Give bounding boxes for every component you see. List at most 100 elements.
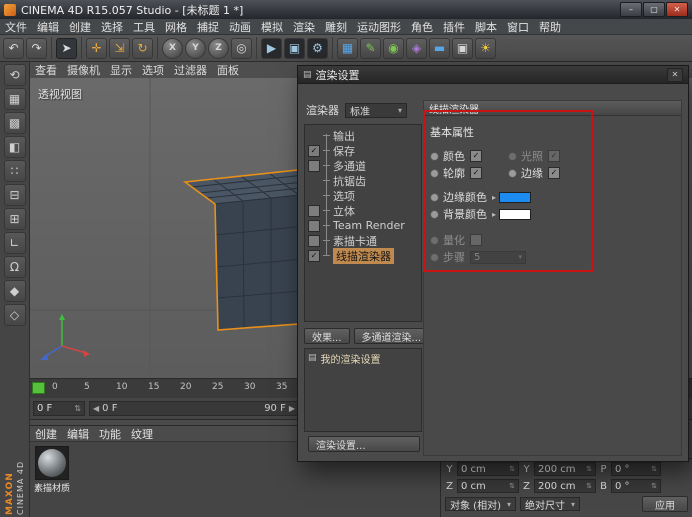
coordinate-system-icon[interactable]: ◎ [231, 38, 252, 59]
list-item-antialiasing[interactable]: 抗锯齿 [305, 173, 421, 188]
keyframe-dot[interactable] [430, 236, 439, 245]
list-item-line-renderer[interactable]: ✓ 线描渲染器 [305, 248, 421, 263]
sketch-toon-checkbox[interactable] [308, 235, 320, 247]
keyframe-dot[interactable] [430, 152, 439, 161]
background-color-swatch[interactable] [499, 209, 531, 220]
viewport-menu-camera[interactable]: 摄像机 [62, 62, 105, 78]
viewport-menu-view[interactable]: 查看 [30, 62, 62, 78]
render-settings-icon[interactable]: ⚙ [307, 38, 328, 59]
keyframe-dot[interactable] [430, 253, 439, 262]
add-subdivision-icon[interactable]: ◉ [383, 38, 404, 59]
keyframe-icon[interactable]: ◇ [4, 304, 26, 326]
line-renderer-checkbox[interactable]: ✓ [308, 250, 320, 262]
polygons-mode-icon[interactable]: ⊞ [4, 208, 26, 230]
z-axis-button[interactable]: Z [208, 38, 229, 59]
current-frame-field[interactable]: 0 F [33, 401, 85, 416]
material-name[interactable]: 素描材质 [32, 481, 72, 494]
live-selection-icon[interactable]: ➤ [56, 38, 77, 59]
texture-mode-icon[interactable]: ▩ [4, 112, 26, 134]
maximize-button[interactable]: ▢ [643, 2, 665, 17]
add-camera-icon[interactable]: ▣ [452, 38, 473, 59]
list-item-output[interactable]: 输出 [305, 128, 421, 143]
menu-help[interactable]: 帮助 [534, 19, 566, 35]
menu-render[interactable]: 渲染 [288, 19, 320, 35]
edges-mode-icon[interactable]: ⊟ [4, 184, 26, 206]
menu-simulate[interactable]: 模拟 [256, 19, 288, 35]
model-mode-icon[interactable]: ▦ [4, 88, 26, 110]
dialog-titlebar[interactable]: ▤ 渲染设置 ✕ [298, 66, 688, 84]
rotation-b-field[interactable]: 0 ° [611, 479, 661, 493]
list-item-team-render[interactable]: Team Render [305, 218, 421, 233]
keyframe-dot[interactable] [430, 210, 439, 219]
material-menu-edit[interactable]: 编辑 [62, 426, 94, 442]
multipass-render-button[interactable]: 多通道渲染... [354, 328, 430, 344]
rotate-icon[interactable]: ↻ [132, 38, 153, 59]
material-menu-texture[interactable]: 纹理 [126, 426, 158, 442]
menu-character[interactable]: 角色 [406, 19, 438, 35]
material-menu-create[interactable]: 创建 [30, 426, 62, 442]
dialog-close-icon[interactable]: ✕ [667, 68, 683, 82]
snap-icon[interactable]: Ω [4, 256, 26, 278]
steps-field[interactable]: 5 [470, 251, 526, 264]
add-cube-icon[interactable]: ▦ [337, 38, 358, 59]
save-checkbox[interactable]: ✓ [308, 145, 320, 157]
coordinate-mode-dropdown[interactable]: 对象 (相对) [445, 497, 516, 511]
menu-tools[interactable]: 工具 [128, 19, 160, 35]
viewport-menu-filter[interactable]: 过滤器 [169, 62, 212, 78]
list-item-sketch-toon[interactable]: 素描卡通 [305, 233, 421, 248]
list-item-multipass[interactable]: 多通道 [305, 158, 421, 173]
light-checkbox[interactable]: ✓ [548, 150, 560, 162]
rotation-p-field[interactable]: 0 ° [611, 462, 661, 476]
menu-sculpt[interactable]: 雕刻 [320, 19, 352, 35]
size-z-field[interactable]: 200 cm [534, 479, 596, 493]
menu-animate[interactable]: 动画 [224, 19, 256, 35]
preset-my-render-settings[interactable]: ▤ 我的渲染设置 [308, 351, 418, 365]
timeline-playhead[interactable] [32, 382, 45, 394]
material-thumbnail[interactable] [35, 446, 69, 480]
add-floor-icon[interactable]: ▬ [429, 38, 450, 59]
add-light-icon[interactable]: ☀ [475, 38, 496, 59]
menu-window[interactable]: 窗口 [502, 19, 534, 35]
redo-icon[interactable]: ↷ [26, 38, 47, 59]
menu-script[interactable]: 脚本 [470, 19, 502, 35]
undo-icon[interactable]: ↶ [3, 38, 24, 59]
stereo-checkbox[interactable] [308, 205, 320, 217]
multipass-checkbox[interactable] [308, 160, 320, 172]
renderer-dropdown[interactable]: 标准 [345, 103, 407, 118]
move-icon[interactable]: ✛ [86, 38, 107, 59]
position-y-field[interactable]: 0 cm [457, 462, 519, 476]
menu-select[interactable]: 选择 [96, 19, 128, 35]
add-pen-icon[interactable]: ✎ [360, 38, 381, 59]
uv-mode-icon[interactable]: ◧ [4, 136, 26, 158]
list-item-stereo[interactable]: 立体 [305, 203, 421, 218]
menu-mograph[interactable]: 运动图形 [352, 19, 406, 35]
position-z-field[interactable]: 0 cm [457, 479, 519, 493]
effects-button[interactable]: 效果... [304, 328, 350, 344]
keyframe-dot[interactable] [430, 193, 439, 202]
viewport-menu-display[interactable]: 显示 [105, 62, 137, 78]
menu-snap[interactable]: 捕捉 [192, 19, 224, 35]
viewport-menu-panel[interactable]: 面板 [212, 62, 244, 78]
menu-file[interactable]: 文件 [0, 19, 32, 35]
keyframe-dot[interactable] [430, 169, 439, 178]
team-render-checkbox[interactable] [308, 220, 320, 232]
color-checkbox[interactable]: ✓ [470, 150, 482, 162]
add-deformer-icon[interactable]: ◈ [406, 38, 427, 59]
close-button[interactable]: ✕ [666, 2, 688, 17]
render-settings-bottom-button[interactable]: 渲染设置... [308, 436, 420, 452]
size-y-field[interactable]: 200 cm [534, 462, 596, 476]
render-picture-viewer-icon[interactable]: ▣ [284, 38, 305, 59]
menu-mesh[interactable]: 网格 [160, 19, 192, 35]
minimize-button[interactable]: – [620, 2, 642, 17]
menu-edit[interactable]: 编辑 [32, 19, 64, 35]
expand-triangle-icon[interactable]: ▸ [492, 210, 496, 219]
edge-color-swatch[interactable] [499, 192, 531, 203]
list-item-save[interactable]: ✓ 保存 [305, 143, 421, 158]
range-left-arrow-icon[interactable]: ◀ [93, 404, 99, 413]
keyframe-dot[interactable] [508, 169, 517, 178]
x-axis-button[interactable]: X [162, 38, 183, 59]
menu-create[interactable]: 创建 [64, 19, 96, 35]
range-right-arrow-icon[interactable]: ▶ [289, 404, 295, 413]
expand-triangle-icon[interactable]: ▸ [492, 193, 496, 202]
menu-plugins[interactable]: 插件 [438, 19, 470, 35]
